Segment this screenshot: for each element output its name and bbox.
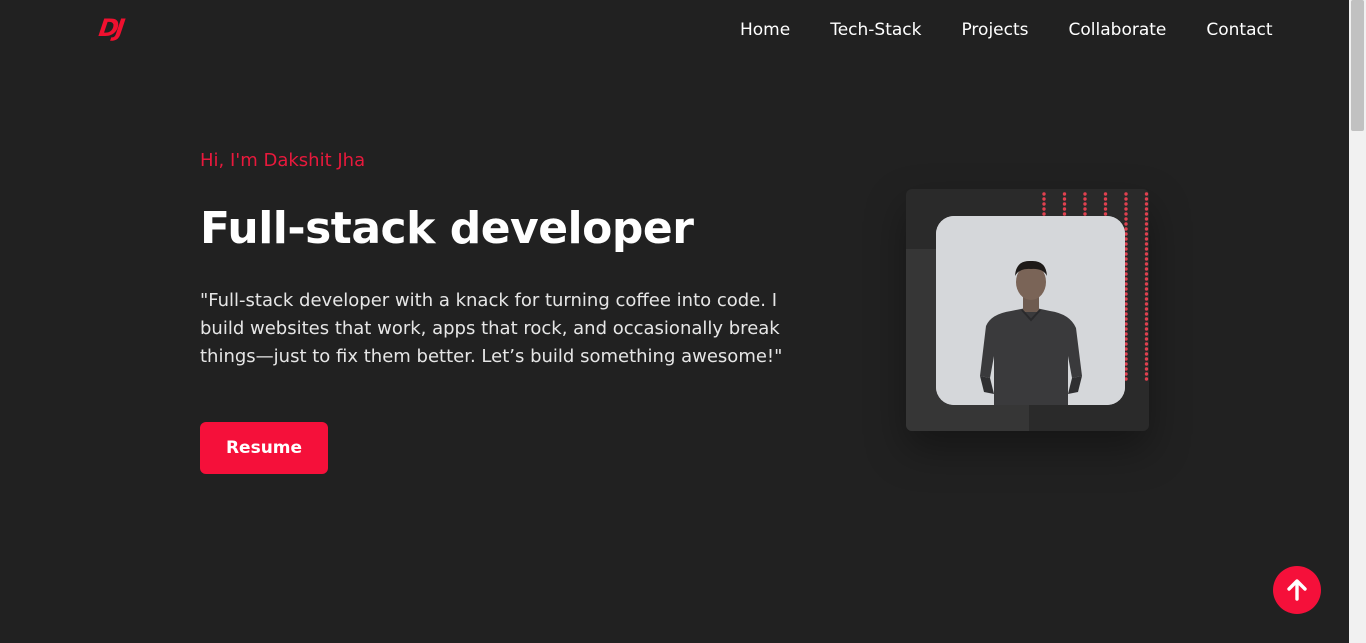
pattern-dot	[1144, 292, 1149, 296]
pattern-dot	[1144, 362, 1149, 366]
pattern-dot	[1042, 197, 1046, 201]
pattern-dot	[1103, 197, 1108, 201]
profile-photo	[936, 216, 1125, 405]
pattern-dot	[1144, 287, 1149, 291]
profile-card	[906, 189, 1149, 431]
pattern-dot	[1124, 222, 1128, 226]
pattern-dot	[1144, 312, 1149, 316]
pattern-dot	[1144, 317, 1149, 321]
pattern-dot	[1144, 282, 1149, 286]
nav-contact[interactable]: Contact	[1206, 20, 1272, 40]
pattern-dot	[1144, 197, 1149, 201]
nav-home[interactable]: Home	[740, 20, 790, 40]
pattern-dot	[1083, 197, 1087, 201]
pattern-dot	[1083, 202, 1087, 206]
pattern-dot	[1144, 322, 1149, 326]
pattern-dot	[1144, 237, 1149, 241]
pattern-dot	[1144, 332, 1149, 336]
pattern-dot	[1144, 212, 1149, 216]
pattern-dot	[1083, 207, 1087, 211]
page: DJ Home Tech-Stack Projects Collaborate …	[0, 0, 1349, 643]
nav-tech-stack[interactable]: Tech-Stack	[830, 20, 921, 40]
pattern-dot	[1144, 217, 1149, 221]
pattern-dot	[1144, 357, 1149, 361]
pattern-dot	[1144, 247, 1149, 251]
nav-projects[interactable]: Projects	[961, 20, 1028, 40]
hero-greeting: Hi, I'm Dakshit Jha	[200, 150, 366, 171]
pattern-dot	[1144, 352, 1149, 356]
scrollbar-thumb[interactable]	[1351, 0, 1364, 131]
pattern-dot	[1144, 242, 1149, 246]
pattern-dot	[1083, 192, 1087, 196]
profile-photo-image	[936, 216, 1125, 405]
pattern-dot	[1062, 202, 1067, 206]
pattern-dot	[1144, 262, 1149, 266]
nav-collaborate[interactable]: Collaborate	[1069, 20, 1167, 40]
pattern-dot	[1124, 227, 1128, 231]
pattern-dot	[1144, 257, 1149, 261]
pattern-dot	[1144, 367, 1149, 371]
pattern-dot	[1144, 267, 1149, 271]
pattern-dot	[1144, 222, 1149, 226]
pattern-dot	[1144, 372, 1149, 376]
pattern-dot	[1144, 207, 1149, 211]
pattern-dot	[1124, 202, 1128, 206]
pattern-dot	[1124, 212, 1128, 216]
pattern-dot	[1144, 337, 1149, 341]
pattern-dot	[1103, 202, 1108, 206]
scroll-to-top-button[interactable]	[1273, 566, 1321, 614]
pattern-dot	[1124, 217, 1128, 221]
pattern-dot	[1144, 342, 1149, 346]
resume-button[interactable]: Resume	[200, 422, 328, 474]
pattern-dot	[1062, 192, 1067, 196]
pattern-dot	[1144, 277, 1149, 281]
pattern-dot	[1042, 207, 1046, 211]
pattern-dot	[1042, 192, 1046, 196]
pattern-dot	[1144, 232, 1149, 236]
pattern-dot	[1144, 327, 1149, 331]
pattern-dot	[1124, 197, 1128, 201]
logo[interactable]: DJ	[97, 14, 124, 42]
pattern-dot	[1144, 347, 1149, 351]
main-nav: Home Tech-Stack Projects Collaborate Con…	[740, 20, 1273, 40]
pattern-dot	[1124, 192, 1128, 196]
pattern-dot	[1144, 202, 1149, 206]
pattern-dot	[1144, 192, 1149, 196]
hero-title: Full-stack developer	[200, 203, 694, 254]
pattern-dot	[1042, 202, 1046, 206]
hero-bio: "Full-stack developer with a knack for t…	[200, 290, 783, 367]
pattern-dot	[1062, 197, 1067, 201]
arrow-up-icon	[1287, 579, 1307, 601]
pattern-dot	[1144, 302, 1149, 306]
pattern-dot	[1144, 297, 1149, 301]
pattern-dot	[1103, 207, 1108, 211]
pattern-dot	[1144, 272, 1149, 276]
pattern-dot	[1062, 207, 1067, 211]
pattern-dot	[1124, 207, 1128, 211]
pattern-dot	[1144, 307, 1149, 311]
pattern-dot	[1103, 192, 1108, 196]
pattern-dot	[1144, 377, 1149, 381]
pattern-dot	[1144, 227, 1149, 231]
pattern-dot	[1144, 252, 1149, 256]
